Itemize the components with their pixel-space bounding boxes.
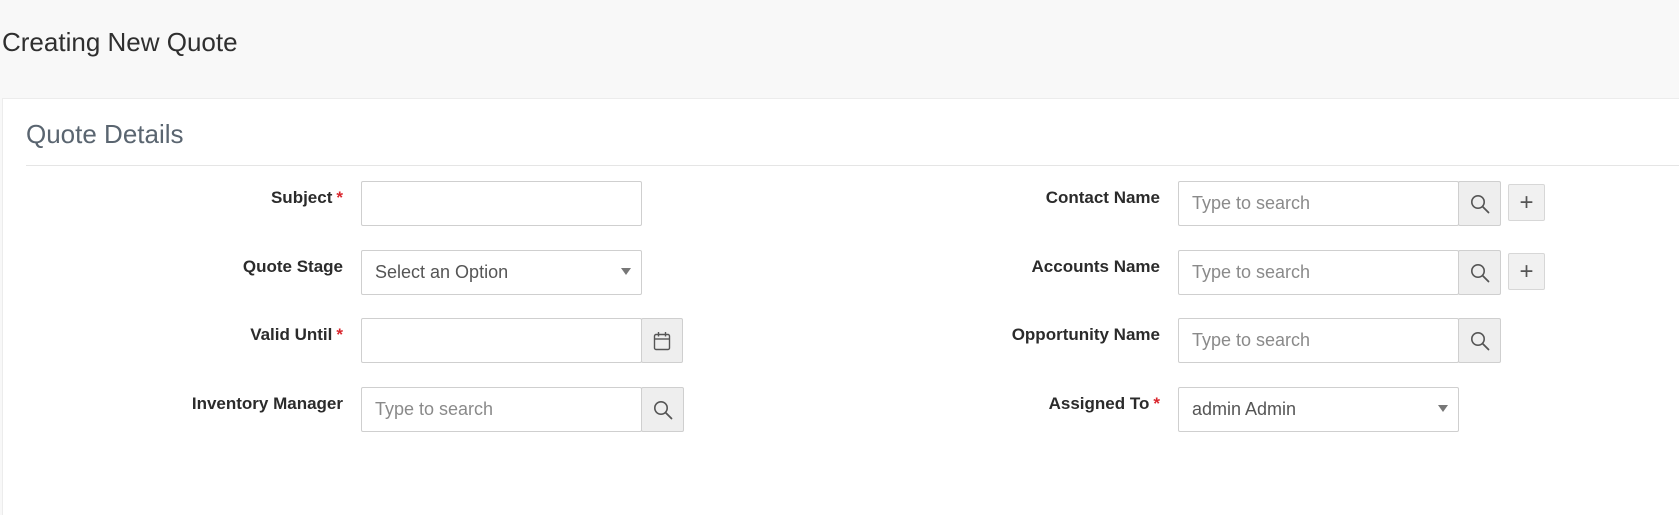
assigned-to-selected: admin Admin [1192,399,1297,419]
plus-icon: + [1519,257,1534,285]
accounts-name-input[interactable]: Type to search [1178,250,1459,295]
search-icon [653,400,672,419]
calendar-icon [653,331,671,350]
valid-until-label: Valid Until * [250,325,343,344]
search-icon [1470,263,1489,282]
opportunity-name-search-button[interactable] [1458,318,1501,363]
assigned-to-select[interactable]: admin Admin [1178,387,1459,432]
required-marker: * [1153,394,1160,413]
opportunity-name-label: Opportunity Name [1011,325,1160,344]
search-icon [1470,331,1489,350]
search-icon [1470,194,1489,213]
inventory-manager-label: Inventory Manager [191,394,343,413]
quote-stage-selected: Select an Option [375,262,509,282]
page-title: Creating New Quote [2,27,238,57]
contact-name-search-button[interactable] [1458,181,1501,226]
required-marker: * [336,325,343,344]
accounts-name-label: Accounts Name [1031,257,1160,276]
quote-details-panel: Quote Details Subject * Quote Stage Selec… [2,98,1679,515]
chevron-down-icon [621,268,631,275]
subject-label: Subject * [270,188,343,207]
contact-name-input[interactable]: Type to search [1178,181,1459,226]
page-header: Creating New Quote [0,0,1679,98]
plus-icon: + [1519,188,1534,216]
valid-until-input[interactable] [361,318,642,363]
inventory-manager-search-button[interactable] [641,387,684,432]
assigned-to-label: Assigned To * [1048,394,1160,413]
chevron-down-icon [1438,405,1448,412]
calendar-button[interactable] [641,318,683,363]
opportunity-name-input[interactable]: Type to search [1178,318,1459,363]
contact-name-add-button[interactable]: + [1508,184,1545,221]
accounts-name-add-button[interactable]: + [1508,253,1545,290]
contact-name-label: Contact Name [1045,188,1160,207]
accounts-name-search-button[interactable] [1458,250,1501,295]
inventory-manager-input[interactable]: Type to search [361,387,642,432]
quote-stage-select[interactable]: Select an Option [361,250,642,295]
quote-stage-label: Quote Stage [242,257,343,276]
required-marker: * [336,188,343,207]
subject-input[interactable] [361,181,642,226]
section-divider [26,165,1679,166]
section-title: Quote Details [26,119,184,149]
